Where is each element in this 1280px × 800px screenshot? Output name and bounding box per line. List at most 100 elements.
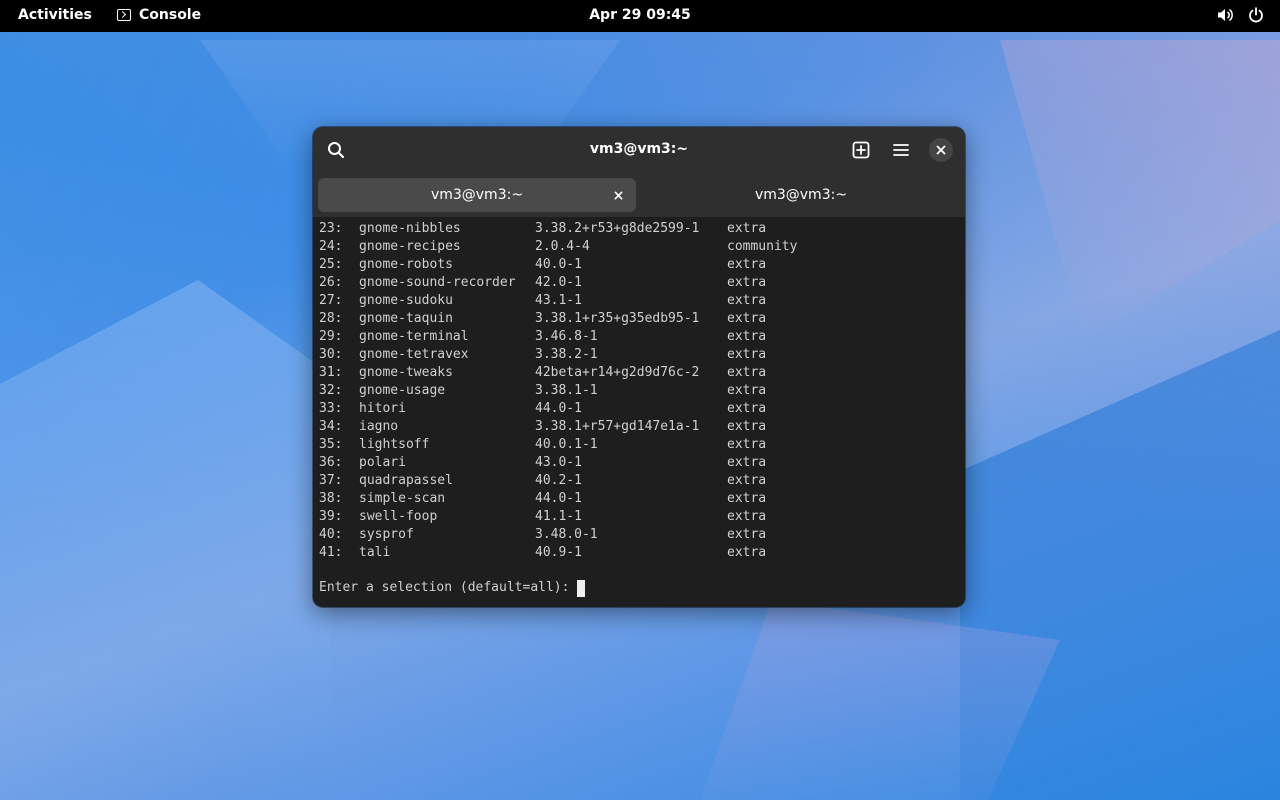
package-repo: community xyxy=(727,239,798,254)
package-row: 32: gnome-usage 3.38.1-1 extra xyxy=(319,382,959,400)
hamburger-menu-icon xyxy=(893,144,909,156)
package-list: 23: gnome-nibbles 3.38.2+r53+g8de2599-1 ext… xyxy=(319,220,959,562)
package-repo: extra xyxy=(727,473,767,488)
package-number: 31: xyxy=(319,365,343,380)
volume-icon[interactable] xyxy=(1217,7,1234,23)
package-number: 35: xyxy=(319,437,343,452)
package-number: 28: xyxy=(319,311,343,326)
package-repo: extra xyxy=(727,527,767,542)
package-number: 41: xyxy=(319,545,343,560)
clock-button[interactable]: Apr 29 09:45 xyxy=(0,7,1280,23)
new-tab-button[interactable] xyxy=(847,136,875,164)
package-version: 3.38.1-1 xyxy=(535,383,598,398)
package-row: 40: sysprof 3.48.0-1 extra xyxy=(319,526,959,544)
package-name: gnome-sound-recorder xyxy=(359,275,516,290)
package-version: 42.0-1 xyxy=(535,275,582,290)
terminal-output[interactable]: 23: gnome-nibbles 3.38.2+r53+g8de2599-1 ext… xyxy=(313,218,965,607)
terminal-window: vm3@vm3:~ vm3@vm3:~ vm3@vm3:~ 23: gnome-… xyxy=(313,127,965,607)
power-icon[interactable] xyxy=(1248,7,1264,23)
close-icon xyxy=(614,191,622,199)
package-repo: extra xyxy=(727,455,767,470)
package-row: 31: gnome-tweaks 42beta+r14+g2d9d76c-2 extr… xyxy=(319,364,959,382)
tab-label: vm3@vm3:~ xyxy=(430,187,524,203)
package-repo: extra xyxy=(727,401,767,416)
package-name: tali xyxy=(359,545,391,560)
close-icon xyxy=(936,145,946,155)
package-version: 3.38.1+r57+gd147e1a-1 xyxy=(535,419,700,434)
package-number: 30: xyxy=(319,347,343,362)
package-row: 39: swell-foop 41.1-1 extra xyxy=(319,508,959,526)
package-repo: extra xyxy=(727,221,767,236)
package-number: 34: xyxy=(319,419,343,434)
package-row: 30: gnome-tetravex 3.38.2-1 extra xyxy=(319,346,959,364)
package-repo: extra xyxy=(727,545,767,560)
package-name: gnome-usage xyxy=(359,383,446,398)
package-row: 28: gnome-taquin 3.38.1+r35+g35edb95-1 extr… xyxy=(319,310,959,328)
package-name: sysprof xyxy=(359,527,414,542)
close-tab-button[interactable] xyxy=(610,187,626,203)
package-name: iagno xyxy=(359,419,399,434)
package-number: 33: xyxy=(319,401,343,416)
package-version: 43.0-1 xyxy=(535,455,582,470)
package-number: 37: xyxy=(319,473,343,488)
package-number: 26: xyxy=(319,275,343,290)
package-version: 44.0-1 xyxy=(535,491,582,506)
package-name: gnome-taquin xyxy=(359,311,453,326)
package-repo: extra xyxy=(727,257,767,272)
package-row: 33: hitori 44.0-1 extra xyxy=(319,400,959,418)
package-number: 36: xyxy=(319,455,343,470)
package-repo: extra xyxy=(727,437,767,452)
header-bar: vm3@vm3:~ xyxy=(313,127,965,173)
package-version: 40.0-1 xyxy=(535,257,582,272)
tab-2[interactable]: vm3@vm3:~ xyxy=(642,178,960,212)
close-window-button[interactable] xyxy=(929,138,953,162)
package-row: 35: lightsoff 40.0.1-1 extra xyxy=(319,436,959,454)
package-number: 32: xyxy=(319,383,343,398)
package-repo: extra xyxy=(727,311,767,326)
package-row: 23: gnome-nibbles 3.38.2+r53+g8de2599-1 ext… xyxy=(319,220,959,238)
package-repo: extra xyxy=(727,365,767,380)
package-name: gnome-recipes xyxy=(359,239,461,254)
prompt-text: Enter a selection (default=all): xyxy=(319,580,570,595)
package-number: 24: xyxy=(319,239,343,254)
package-repo: extra xyxy=(727,383,767,398)
tab-label: vm3@vm3:~ xyxy=(754,187,848,203)
package-name: swell-foop xyxy=(359,509,438,524)
package-name: hitori xyxy=(359,401,406,416)
text-cursor xyxy=(577,579,586,597)
tab-1[interactable]: vm3@vm3:~ xyxy=(318,178,636,212)
package-name: polari xyxy=(359,455,406,470)
package-name: gnome-nibbles xyxy=(359,221,461,236)
package-version: 3.46.8-1 xyxy=(535,329,598,344)
package-repo: extra xyxy=(727,275,767,290)
package-number: 27: xyxy=(319,293,343,308)
package-version: 2.0.4-4 xyxy=(535,239,590,254)
package-version: 3.48.0-1 xyxy=(535,527,598,542)
package-version: 40.2-1 xyxy=(535,473,582,488)
package-row: 26: gnome-sound-recorder 42.0-1 extra xyxy=(319,274,959,292)
package-row: 36: polari 43.0-1 extra xyxy=(319,454,959,472)
package-version: 40.0.1-1 xyxy=(535,437,598,452)
selection-prompt[interactable]: Enter a selection (default=all): xyxy=(319,579,586,597)
package-row: 24: gnome-recipes 2.0.4-4 community xyxy=(319,238,959,256)
package-version: 42beta+r14+g2d9d76c-2 xyxy=(535,365,700,380)
package-repo: extra xyxy=(727,509,767,524)
package-number: 25: xyxy=(319,257,343,272)
package-number: 40: xyxy=(319,527,343,542)
package-version: 3.38.2-1 xyxy=(535,347,598,362)
package-row: 34: iagno 3.38.1+r57+gd147e1a-1 extra xyxy=(319,418,959,436)
top-bar: Activities Console Apr 29 09:45 xyxy=(0,0,1280,32)
package-number: 38: xyxy=(319,491,343,506)
package-number: 29: xyxy=(319,329,343,344)
system-tray[interactable] xyxy=(1217,7,1264,23)
package-number: 39: xyxy=(319,509,343,524)
package-name: quadrapassel xyxy=(359,473,453,488)
package-number: 23: xyxy=(319,221,343,236)
main-menu-button[interactable] xyxy=(887,136,915,164)
package-row: 29: gnome-terminal 3.46.8-1 extra xyxy=(319,328,959,346)
package-name: gnome-tweaks xyxy=(359,365,453,380)
package-row: 38: simple-scan 44.0-1 extra xyxy=(319,490,959,508)
tab-bar: vm3@vm3:~ vm3@vm3:~ xyxy=(313,173,965,218)
package-name: gnome-terminal xyxy=(359,329,469,344)
package-repo: extra xyxy=(727,293,767,308)
